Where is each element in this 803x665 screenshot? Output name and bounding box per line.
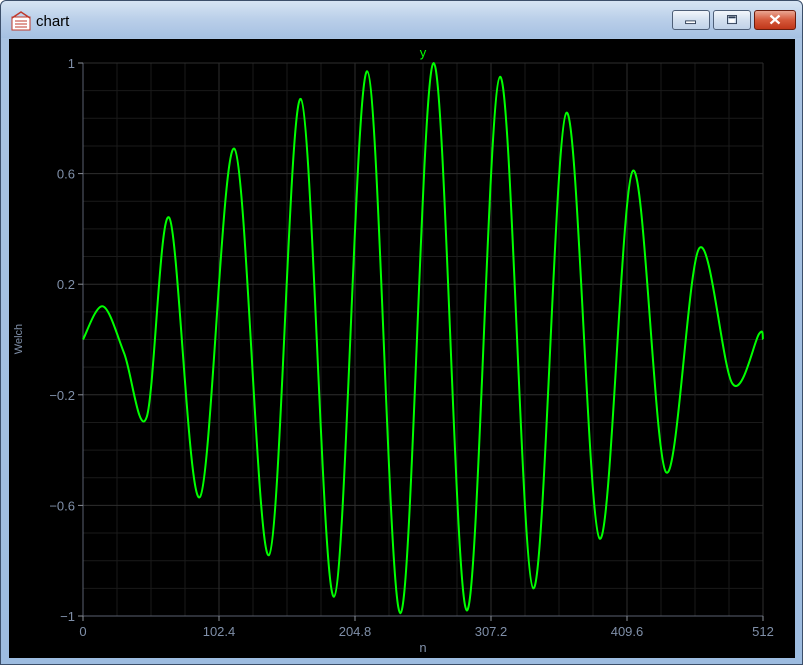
maximize-button[interactable] (713, 10, 751, 30)
x-tick-label: 409.6 (611, 624, 644, 639)
chart-title: y (420, 45, 427, 60)
x-tick-label: 307.2 (475, 624, 508, 639)
y-tick-label: 0.6 (57, 167, 75, 182)
x-tick-label: 102.4 (203, 624, 236, 639)
minimize-icon (685, 20, 696, 25)
y-tick-label: −0.6 (49, 498, 75, 513)
grid (82, 62, 764, 617)
x-tick-label: 0 (79, 624, 86, 639)
x-tick-label: 204.8 (339, 624, 372, 639)
title-bar[interactable]: chart (1, 1, 802, 38)
close-icon (769, 14, 781, 25)
y-axis-label: Welch (13, 324, 25, 354)
x-tick-label: 512 (752, 624, 774, 639)
y-tick-label: 1 (68, 56, 75, 71)
close-button[interactable] (754, 10, 796, 30)
x-axis-label: n (419, 640, 426, 655)
y-tick-label: −1 (60, 609, 75, 624)
chart-window: chart y n Welch 0 102.4 204.8 307.2 409.… (0, 0, 803, 665)
minimize-button[interactable] (672, 10, 710, 30)
tick-labels: 0 102.4 204.8 307.2 409.6 512 1 0.6 0.2 −0.2 −0.6 −… (49, 56, 774, 639)
window-title: chart (36, 13, 70, 30)
chart-icon (11, 11, 31, 31)
y-tick-label: −0.2 (49, 388, 75, 403)
chart-area: y n Welch 0 102.4 204.8 307.2 409.6 512 1 0.6 0.… (9, 39, 795, 658)
line-chart: y n Welch 0 102.4 204.8 307.2 409.6 512 1 0.6 0.… (13, 45, 774, 655)
y-tick-label: 0.2 (57, 277, 75, 292)
maximize-icon (727, 15, 737, 25)
